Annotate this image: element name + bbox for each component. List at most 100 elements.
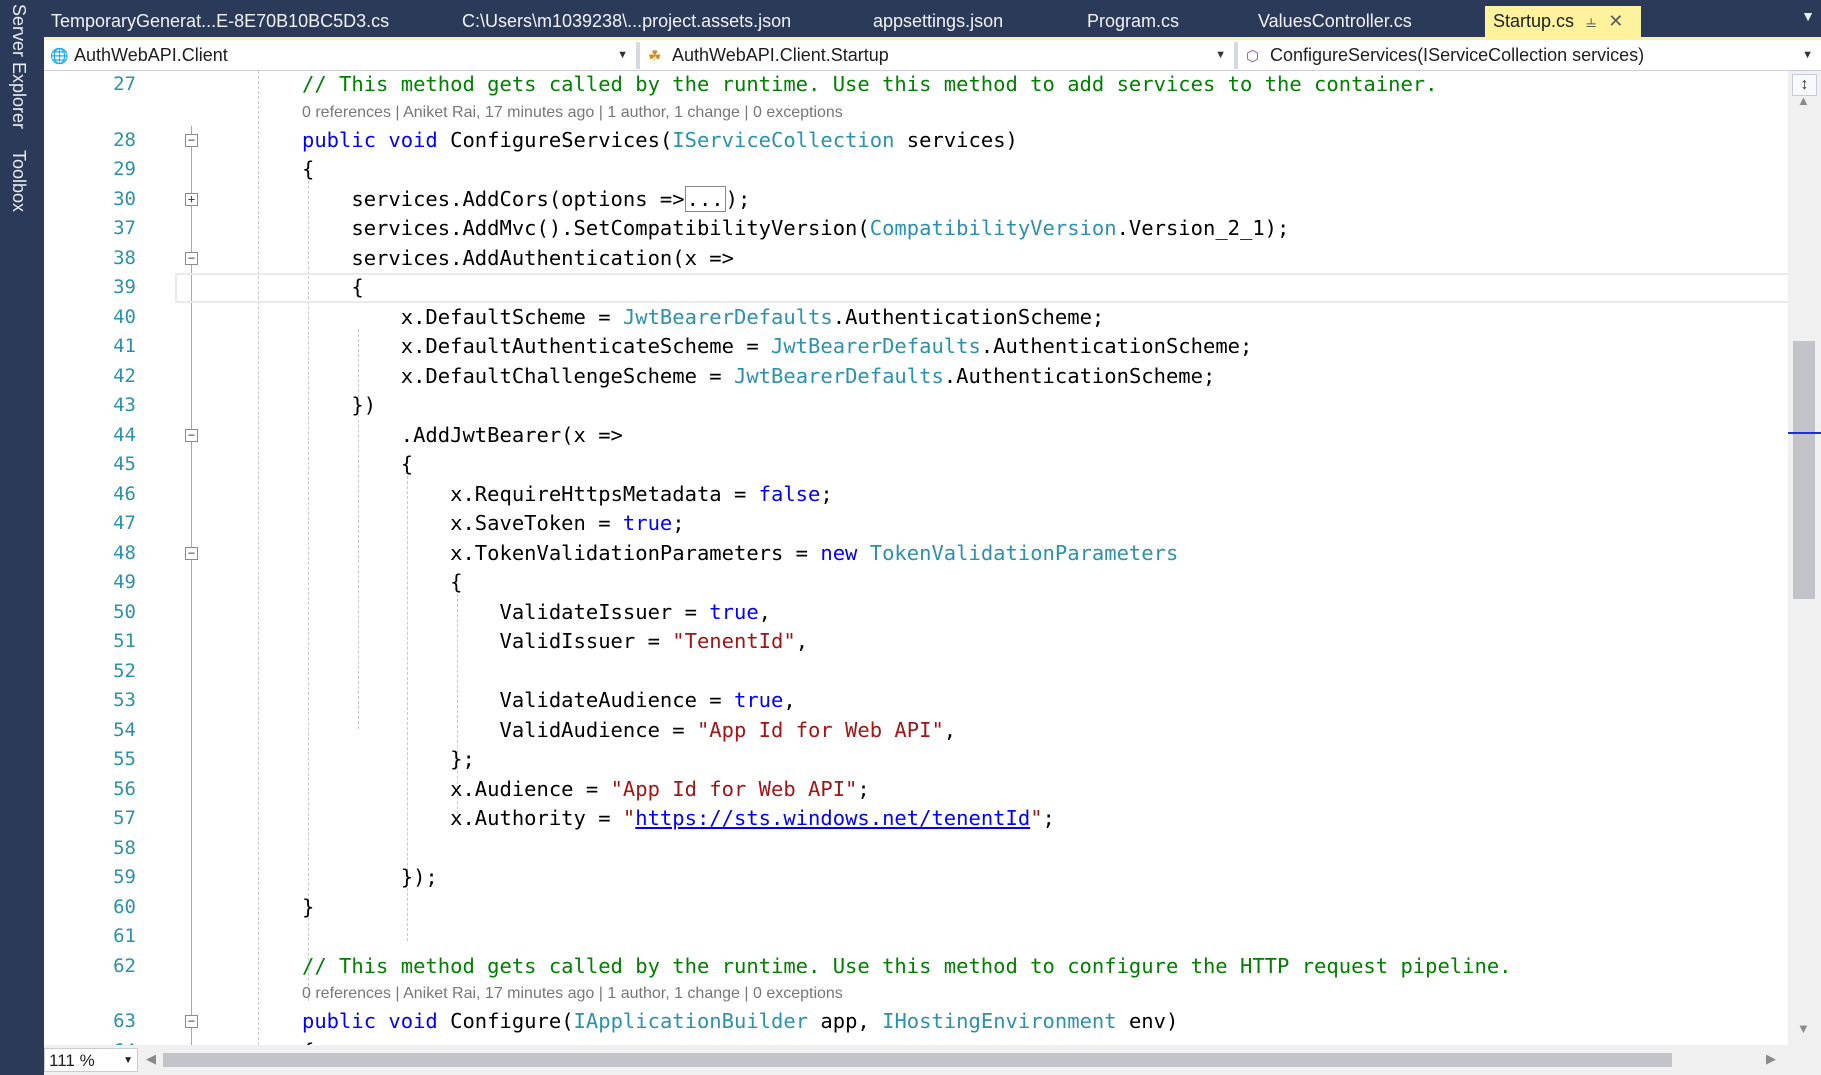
scroll-left-icon[interactable]: ◀ xyxy=(146,1051,156,1067)
code-line[interactable]: 57 x.Authority = "https://sts.windows.ne… xyxy=(44,804,1788,834)
collapse-icon[interactable]: − xyxy=(185,1015,198,1028)
scrollbar-thumb[interactable] xyxy=(1793,341,1815,599)
collapse-icon[interactable]: − xyxy=(185,428,198,442)
line-number: 38 xyxy=(113,246,136,269)
tab-startup[interactable]: Startup.cs ⫨ ✕ xyxy=(1485,6,1641,37)
pin-icon[interactable]: ⫨ xyxy=(1586,6,1596,37)
code-line[interactable]: 30 + services.AddCors(options =>...); xyxy=(44,185,1788,215)
code-line[interactable]: 62 // This method gets called by the runt… xyxy=(44,952,1788,982)
code-token: x.DefaultAuthenticateScheme = xyxy=(302,334,771,358)
code-line[interactable]: 64 { xyxy=(44,1037,1788,1046)
collapsed-region-button[interactable]: ... xyxy=(684,185,726,212)
code-line[interactable]: 40 x.DefaultScheme = JwtBearerDefaults.A… xyxy=(44,303,1788,333)
scroll-right-icon[interactable]: ▶ xyxy=(1766,1051,1776,1067)
line-number: 62 xyxy=(113,954,136,977)
code-token: ValidAudience = xyxy=(302,717,697,742)
code-token: JwtBearerDefaults xyxy=(622,304,833,329)
code-line[interactable]: 60} xyxy=(44,893,1788,923)
code-text: x.Audience = "App Id for Web API"; xyxy=(302,775,870,805)
line-number: 39 xyxy=(113,276,136,298)
scroll-up-icon[interactable]: ▲ xyxy=(1797,93,1810,108)
class-dropdown[interactable]: ☘ AuthWebAPI.Client.Startup ▼ xyxy=(644,42,1238,69)
code-text: services.AddCors(options =>...); xyxy=(302,185,750,215)
code-token: x.TokenValidationParameters = xyxy=(302,540,821,565)
code-text: ValidIssuer = "TenentId", xyxy=(302,627,808,657)
code-line[interactable]: 28 − public void ConfigureServices(IServic… xyxy=(44,126,1788,156)
code-line[interactable]: 38 − services.AddAuthentication(x => xyxy=(44,244,1788,274)
tab-program[interactable]: Program.cs xyxy=(1087,6,1179,37)
code-line[interactable]: 58 xyxy=(44,834,1788,864)
collapse-icon[interactable]: − xyxy=(185,546,198,560)
url-link[interactable]: https://sts.windows.net/tenentId xyxy=(635,806,1030,830)
server-explorer-tab[interactable]: Server Explorer xyxy=(8,4,29,129)
code-line[interactable]: 46 x.RequireHttpsMetadata = false; xyxy=(44,480,1788,510)
code-token: x.Audience = xyxy=(302,776,611,801)
tab-label: appsettings.json xyxy=(873,11,1004,31)
code-token: }; xyxy=(302,747,475,771)
code-text: // This method gets called by the runtim… xyxy=(302,952,1512,982)
tab-appsettings[interactable]: appsettings.json xyxy=(873,6,1003,37)
code-line[interactable]: 47 x.SaveToken = true; xyxy=(44,509,1788,539)
scroll-down-icon[interactable]: ▼ xyxy=(1797,1021,1810,1036)
project-label: AuthWebAPI.Client xyxy=(74,45,228,65)
code-line[interactable]: 43 }) xyxy=(44,391,1788,421)
code-line[interactable]: 54 ValidAudience = "App Id for Web API", xyxy=(44,716,1788,746)
horizontal-scrollbar-thumb[interactable] xyxy=(163,1053,1672,1067)
code-line[interactable]: 44 − .AddJwtBearer(x => xyxy=(44,421,1788,451)
tab-label: TemporaryGenerat...E-8E70B10BC5D3.cs xyxy=(51,11,390,31)
code-line[interactable]: 27 // This method gets called by the runt… xyxy=(44,71,1788,100)
code-token: // This method gets called by the runtim… xyxy=(302,953,1512,978)
zoom-dropdown[interactable]: 111 % ▼ xyxy=(44,1048,138,1072)
code-token: x.Authority = xyxy=(302,806,623,830)
code-line[interactable]: 49 { xyxy=(44,568,1788,598)
code-line[interactable]: 51 ValidIssuer = "TenentId", xyxy=(44,627,1788,657)
code-line[interactable]: 52 xyxy=(44,657,1788,687)
code-line[interactable]: 29 { xyxy=(44,155,1788,185)
code-text: x.Authority = "https://sts.windows.net/t… xyxy=(302,804,1055,834)
vertical-scrollbar[interactable]: ↕ ▲ ▼ xyxy=(1788,71,1821,1045)
line-number: 50 xyxy=(113,600,136,623)
collapse-icon[interactable]: − xyxy=(185,133,198,147)
codelens-info[interactable]: 0 references | Aniket Rai, 17 minutes ag… xyxy=(302,981,843,1007)
member-dropdown[interactable]: ⬡ ConfigureServices(IServiceCollection se… xyxy=(1242,42,1821,69)
code-text: }); xyxy=(302,863,438,893)
tab-temporary-generated[interactable]: TemporaryGenerat...E-8E70B10BC5D3.cs xyxy=(51,6,389,37)
code-line[interactable]: 59 }); xyxy=(44,863,1788,893)
code-token: { xyxy=(302,275,364,299)
code-line[interactable]: 53 ValidateAudience = true, xyxy=(44,686,1788,716)
codelens-info[interactable]: 0 references | Aniket Rai, 17 minutes ag… xyxy=(302,100,843,126)
code-token: false xyxy=(758,481,821,506)
code-token: ValidIssuer = xyxy=(302,629,673,653)
tab-project-assets[interactable]: C:\Users\m1039238\...project.assets.json xyxy=(462,6,791,37)
code-line[interactable]: 55 }; xyxy=(44,745,1788,775)
code-line[interactable]: 63 − public void Configure(IApplicationBui… xyxy=(44,1007,1788,1037)
code-line[interactable]: 41 x.DefaultAuthenticateScheme = JwtBear… xyxy=(44,332,1788,362)
code-line[interactable]: 48 − x.TokenValidationParameters = new To… xyxy=(44,539,1788,569)
code-token: .AuthenticationScheme; xyxy=(980,334,1253,358)
code-line[interactable]: 45 { xyxy=(44,450,1788,480)
project-dropdown[interactable]: 🌐 AuthWebAPI.Client ▼ xyxy=(46,42,640,69)
tab-values-controller[interactable]: ValuesController.cs xyxy=(1258,6,1412,37)
code-text: services.AddAuthentication(x => xyxy=(302,244,734,274)
code-line[interactable]: 61 xyxy=(44,922,1788,952)
code-line[interactable]: 42 x.DefaultChallengeScheme = JwtBearerD… xyxy=(44,362,1788,392)
code-line[interactable]: 37 services.AddMvc().SetCompatibilityVer… xyxy=(44,214,1788,244)
tab-overflow-icon[interactable]: ▼ xyxy=(1801,8,1815,24)
line-number: 58 xyxy=(113,836,136,859)
code-line[interactable]: 56 x.Audience = "App Id for Web API"; xyxy=(44,775,1788,805)
code-editor[interactable]: 27 // This method gets called by the runt… xyxy=(44,71,1788,1045)
expand-icon[interactable]: + xyxy=(185,192,198,206)
code-text: ValidateIssuer = true, xyxy=(302,598,771,628)
code-line[interactable]: 39 { xyxy=(44,273,1788,303)
code-text: // This method gets called by the runtim… xyxy=(302,71,1437,100)
tab-label: Startup.cs xyxy=(1493,11,1575,31)
close-icon[interactable]: ✕ xyxy=(1608,6,1623,37)
code-token: services.AddAuthentication(x => xyxy=(302,245,734,270)
collapse-icon[interactable]: − xyxy=(185,251,198,265)
line-number: 28 xyxy=(113,128,136,151)
code-token: }); xyxy=(302,865,438,889)
code-line[interactable]: 50 ValidateIssuer = true, xyxy=(44,598,1788,628)
code-token: services) xyxy=(894,127,1018,152)
toolbox-tab[interactable]: Toolbox xyxy=(8,150,29,212)
